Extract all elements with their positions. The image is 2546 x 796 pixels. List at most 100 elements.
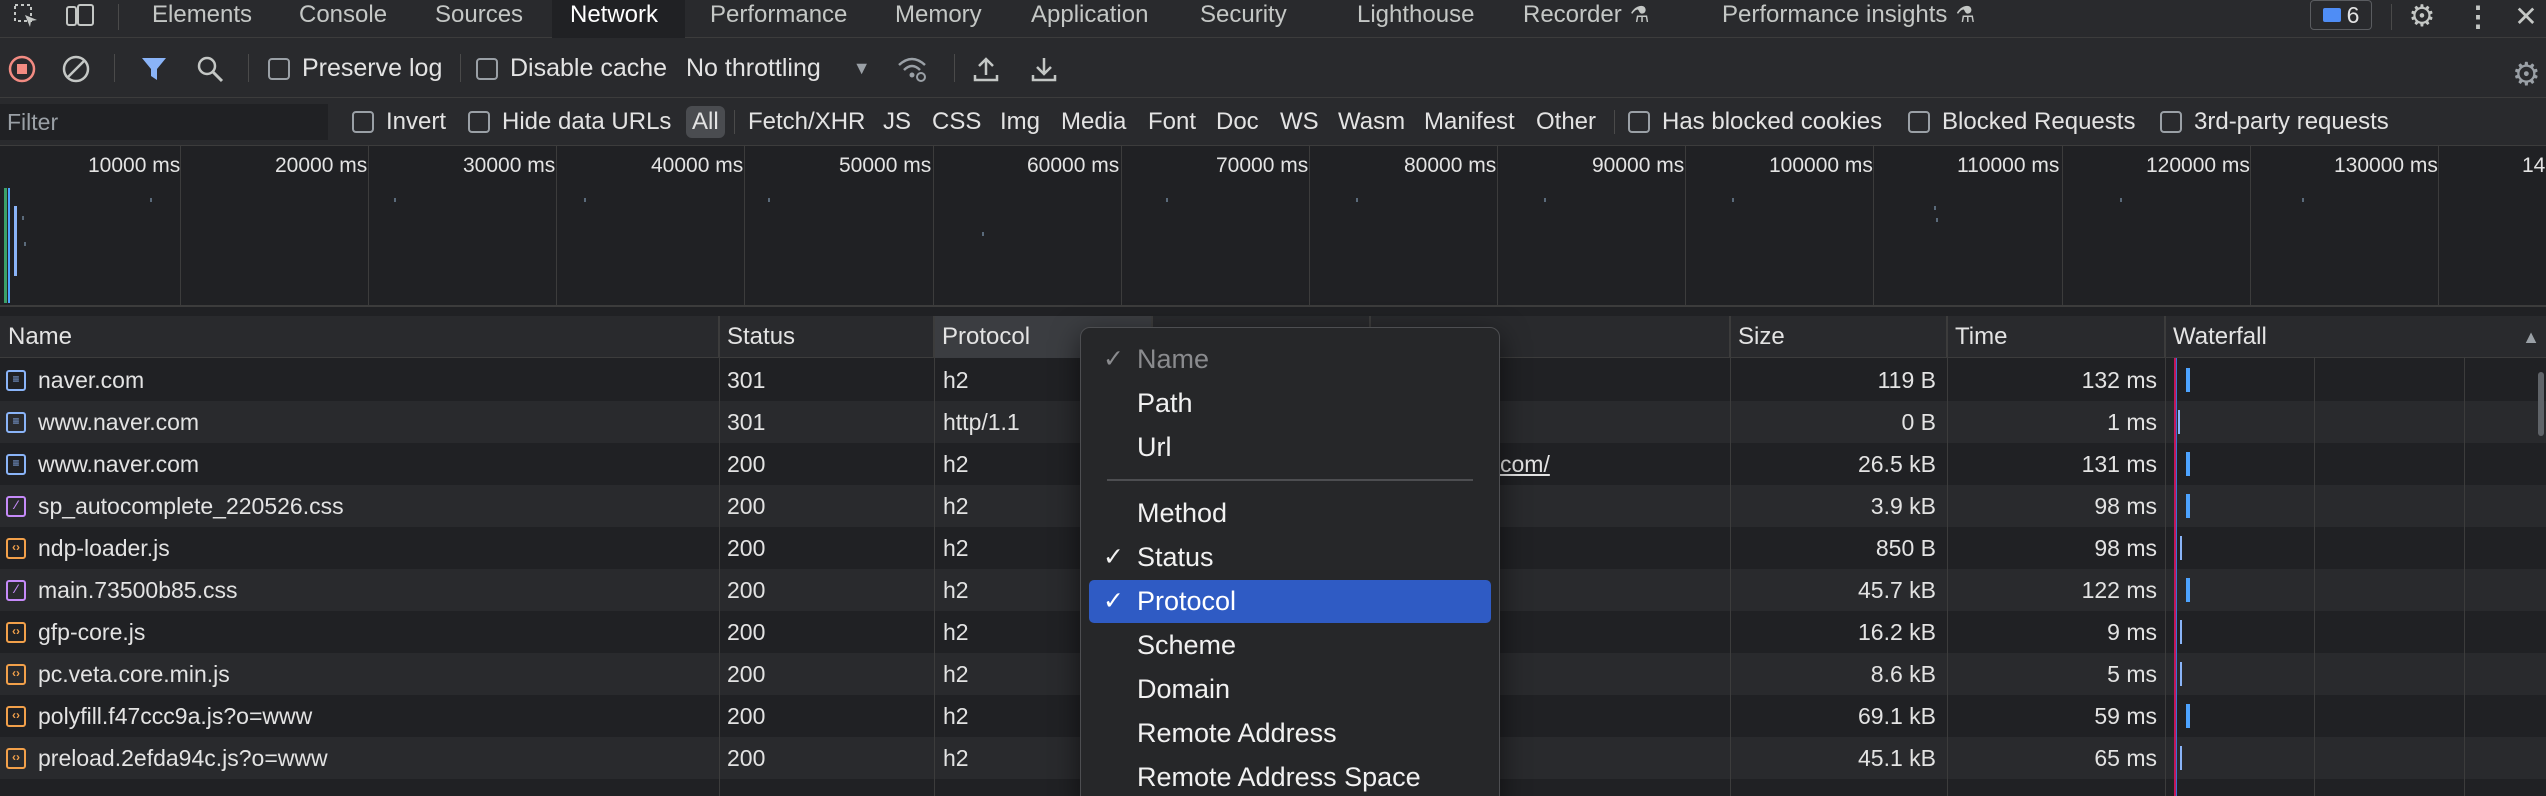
column-divider[interactable] [719, 316, 720, 796]
type-filter-js[interactable]: JS [877, 106, 917, 138]
cell-name: polyfill.f47ccc9a.js?o=www [38, 703, 313, 729]
menu-item-protocol[interactable]: ✓ Protocol [1089, 580, 1491, 623]
tab-elements[interactable]: Elements [134, 0, 270, 38]
tab-memory[interactable]: Memory [877, 0, 1000, 38]
menu-item-path[interactable]: Path [1089, 382, 1491, 425]
filter-input[interactable] [0, 104, 328, 140]
menu-item-url[interactable]: Url [1089, 426, 1491, 469]
menu-item-scheme[interactable]: Scheme [1089, 624, 1491, 667]
hide-data-urls-label: Hide data URLs [502, 108, 672, 135]
type-filter-doc[interactable]: Doc [1210, 106, 1265, 138]
tab-label: Elements [152, 1, 253, 28]
column-header-waterfall[interactable]: Waterfall ▲ [2165, 316, 2546, 358]
checkbox-box[interactable] [1908, 111, 1930, 133]
waterfall-gridline [2464, 358, 2465, 796]
network-settings-gear-icon[interactable]: ⚙ [2512, 55, 2541, 93]
tab-sources[interactable]: Sources [417, 0, 541, 38]
overview-tick-label: 20000 ms [275, 154, 368, 177]
checkbox-box[interactable] [468, 111, 490, 133]
waterfall-bar [2180, 662, 2182, 686]
clear-icon[interactable] [62, 55, 90, 83]
type-filter-media[interactable]: Media [1055, 106, 1132, 138]
stop-recording-icon[interactable] [8, 55, 36, 83]
waterfall-bar [2178, 410, 2180, 434]
column-divider[interactable] [1947, 316, 1948, 796]
checkmark-icon: ✓ [1103, 587, 1124, 615]
more-options-icon[interactable]: ⋮ [2458, 0, 2498, 32]
tab-application[interactable]: Application [1013, 0, 1166, 38]
issues-badge[interactable]: 6 [2310, 0, 2372, 30]
has-blocked-cookies-checkbox[interactable]: Has blocked cookies [1628, 108, 1882, 136]
tab-network[interactable]: Network [552, 0, 685, 38]
disable-cache-checkbox[interactable]: Disable cache [476, 54, 667, 83]
blocked-requests-checkbox[interactable]: Blocked Requests [1908, 108, 2135, 136]
table-scrollbar-thumb[interactable] [2538, 372, 2544, 436]
cell-status: 200 [727, 493, 766, 519]
type-filter-other[interactable]: Other [1530, 106, 1602, 138]
checkbox-box[interactable] [476, 57, 498, 80]
export-har-icon[interactable] [1030, 55, 1058, 83]
cell-size: 45.7 kB [1858, 577, 1936, 603]
script-file-icon: ‹› [6, 538, 26, 559]
tab-console[interactable]: Console [281, 0, 405, 38]
cell-name: sp_autocomplete_220526.css [38, 493, 344, 519]
column-header-name[interactable]: Name [0, 316, 719, 358]
device-toolbar-icon[interactable] [58, 0, 102, 32]
checkbox-box[interactable] [1628, 111, 1650, 133]
type-filter-img[interactable]: Img [994, 106, 1046, 138]
column-header-time[interactable]: Time [1947, 316, 2165, 358]
checkbox-box[interactable] [352, 111, 374, 133]
column-divider[interactable] [1730, 316, 1731, 796]
tab-performance[interactable]: Performance [692, 0, 865, 38]
cell-name: naver.com [38, 367, 145, 393]
cell-name: www.naver.com [38, 409, 200, 435]
toolbar-separator [954, 54, 955, 82]
inspect-element-icon[interactable] [4, 0, 48, 32]
tab-label: Performance insights [1722, 1, 1948, 28]
cell-status: 200 [727, 661, 766, 687]
preserve-log-checkbox[interactable]: Preserve log [268, 54, 442, 83]
column-divider[interactable] [2165, 316, 2166, 796]
tab-security[interactable]: Security [1182, 0, 1305, 38]
menu-item-remote-address-space[interactable]: Remote Address Space [1089, 756, 1491, 796]
network-conditions-icon[interactable] [896, 55, 928, 83]
toolbar-separator [460, 54, 461, 82]
type-filter-wasm[interactable]: Wasm [1332, 106, 1411, 138]
tab-recorder[interactable]: Recorder ⚗ [1505, 0, 1667, 38]
network-overview-timeline[interactable]: 10000 ms 20000 ms 30000 ms 40000 ms 5000… [0, 146, 2546, 307]
tab-lighthouse[interactable]: Lighthouse [1339, 0, 1492, 38]
preserve-log-label: Preserve log [302, 54, 443, 82]
cell-status: 200 [727, 577, 766, 603]
type-filter-css[interactable]: CSS [926, 106, 987, 138]
filter-icon[interactable] [140, 55, 168, 83]
third-party-requests-checkbox[interactable]: 3rd-party requests [2160, 108, 2389, 136]
column-header-status[interactable]: Status [719, 316, 934, 358]
type-filter-ws[interactable]: WS [1274, 106, 1325, 138]
stylesheet-file-icon: ⁄ [6, 580, 26, 601]
column-divider[interactable] [934, 316, 935, 796]
type-filter-fetch-xhr[interactable]: Fetch/XHR [742, 106, 871, 138]
import-har-icon[interactable] [972, 55, 1000, 83]
throttling-select[interactable]: No throttling ▼ [686, 54, 871, 83]
type-filter-font[interactable]: Font [1142, 106, 1202, 138]
tab-performance-insights[interactable]: Performance insights ⚗ [1704, 0, 1993, 38]
settings-gear-icon[interactable]: ⚙ [2400, 0, 2444, 33]
invert-checkbox[interactable]: Invert [352, 108, 446, 136]
menu-item-label: Url [1137, 432, 1172, 462]
close-devtools-icon[interactable]: ✕ [2506, 0, 2546, 32]
menu-item-method[interactable]: Method [1089, 492, 1491, 535]
menu-item-label: Remote Address [1137, 718, 1337, 748]
type-filter-manifest[interactable]: Manifest [1418, 106, 1521, 138]
sort-ascending-icon: ▲ [2522, 327, 2540, 347]
menu-item-domain[interactable]: Domain [1089, 668, 1491, 711]
search-icon[interactable] [196, 55, 224, 83]
checkbox-box[interactable] [2160, 111, 2182, 133]
hide-data-urls-checkbox[interactable]: Hide data URLs [468, 108, 671, 136]
type-filter-all[interactable]: All [686, 106, 725, 138]
column-header-size[interactable]: Size [1730, 316, 1947, 358]
cell-initiator-link[interactable]: com/ [1500, 443, 1700, 485]
menu-item-status[interactable]: ✓ Status [1089, 536, 1491, 579]
menu-item-remote-address[interactable]: Remote Address [1089, 712, 1491, 755]
waterfall-bar [2186, 578, 2190, 602]
checkbox-box[interactable] [268, 57, 290, 80]
